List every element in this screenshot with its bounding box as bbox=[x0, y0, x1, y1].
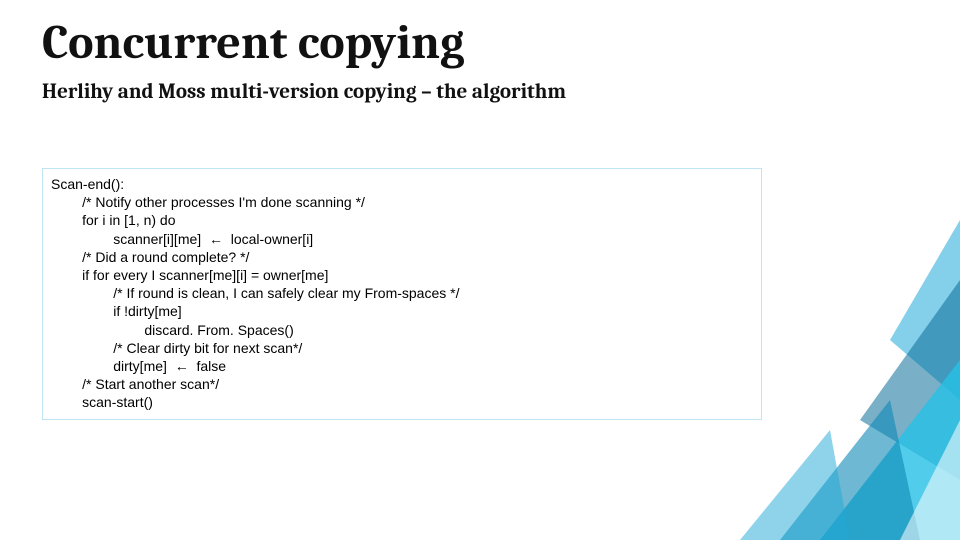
decoration-triangles bbox=[740, 220, 960, 540]
slide-title: Concurrent copying bbox=[42, 18, 464, 68]
slide-subtitle: Herlihy and Moss multi-version copying –… bbox=[42, 80, 566, 104]
code-text: Scan-end(): /* Notify other processes I'… bbox=[51, 175, 753, 411]
code-block: Scan-end(): /* Notify other processes I'… bbox=[42, 168, 762, 420]
slide: Concurrent copying Herlihy and Moss mult… bbox=[0, 0, 960, 540]
